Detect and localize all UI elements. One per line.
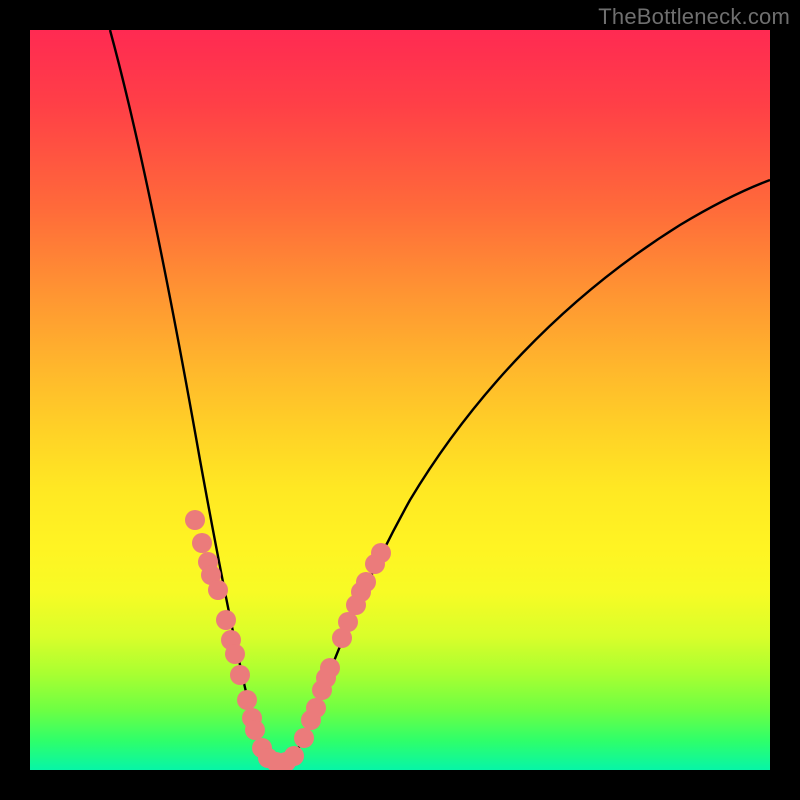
- frame-left: [0, 0, 30, 800]
- marker-dot: [294, 728, 314, 748]
- marker-dot: [192, 533, 212, 553]
- marker-dot: [225, 644, 245, 664]
- marker-dot: [230, 665, 250, 685]
- marker-dot: [245, 720, 265, 740]
- marker-dot: [371, 543, 391, 563]
- watermark-text: TheBottleneck.com: [598, 4, 790, 30]
- bottleneck-curve: [110, 30, 770, 762]
- marker-dot: [306, 698, 326, 718]
- marker-dot: [185, 510, 205, 530]
- chart-canvas: TheBottleneck.com: [0, 0, 800, 800]
- marker-dot: [208, 580, 228, 600]
- marker-dot: [216, 610, 236, 630]
- marker-dot: [284, 746, 304, 766]
- curve-path-group: [110, 30, 770, 762]
- frame-bottom: [0, 770, 800, 800]
- marker-dot: [237, 690, 257, 710]
- curve-svg: [30, 30, 770, 770]
- marker-dot: [338, 612, 358, 632]
- frame-right: [770, 0, 800, 800]
- marker-dot: [320, 658, 340, 678]
- plot-area: [30, 30, 770, 770]
- marker-dot: [356, 572, 376, 592]
